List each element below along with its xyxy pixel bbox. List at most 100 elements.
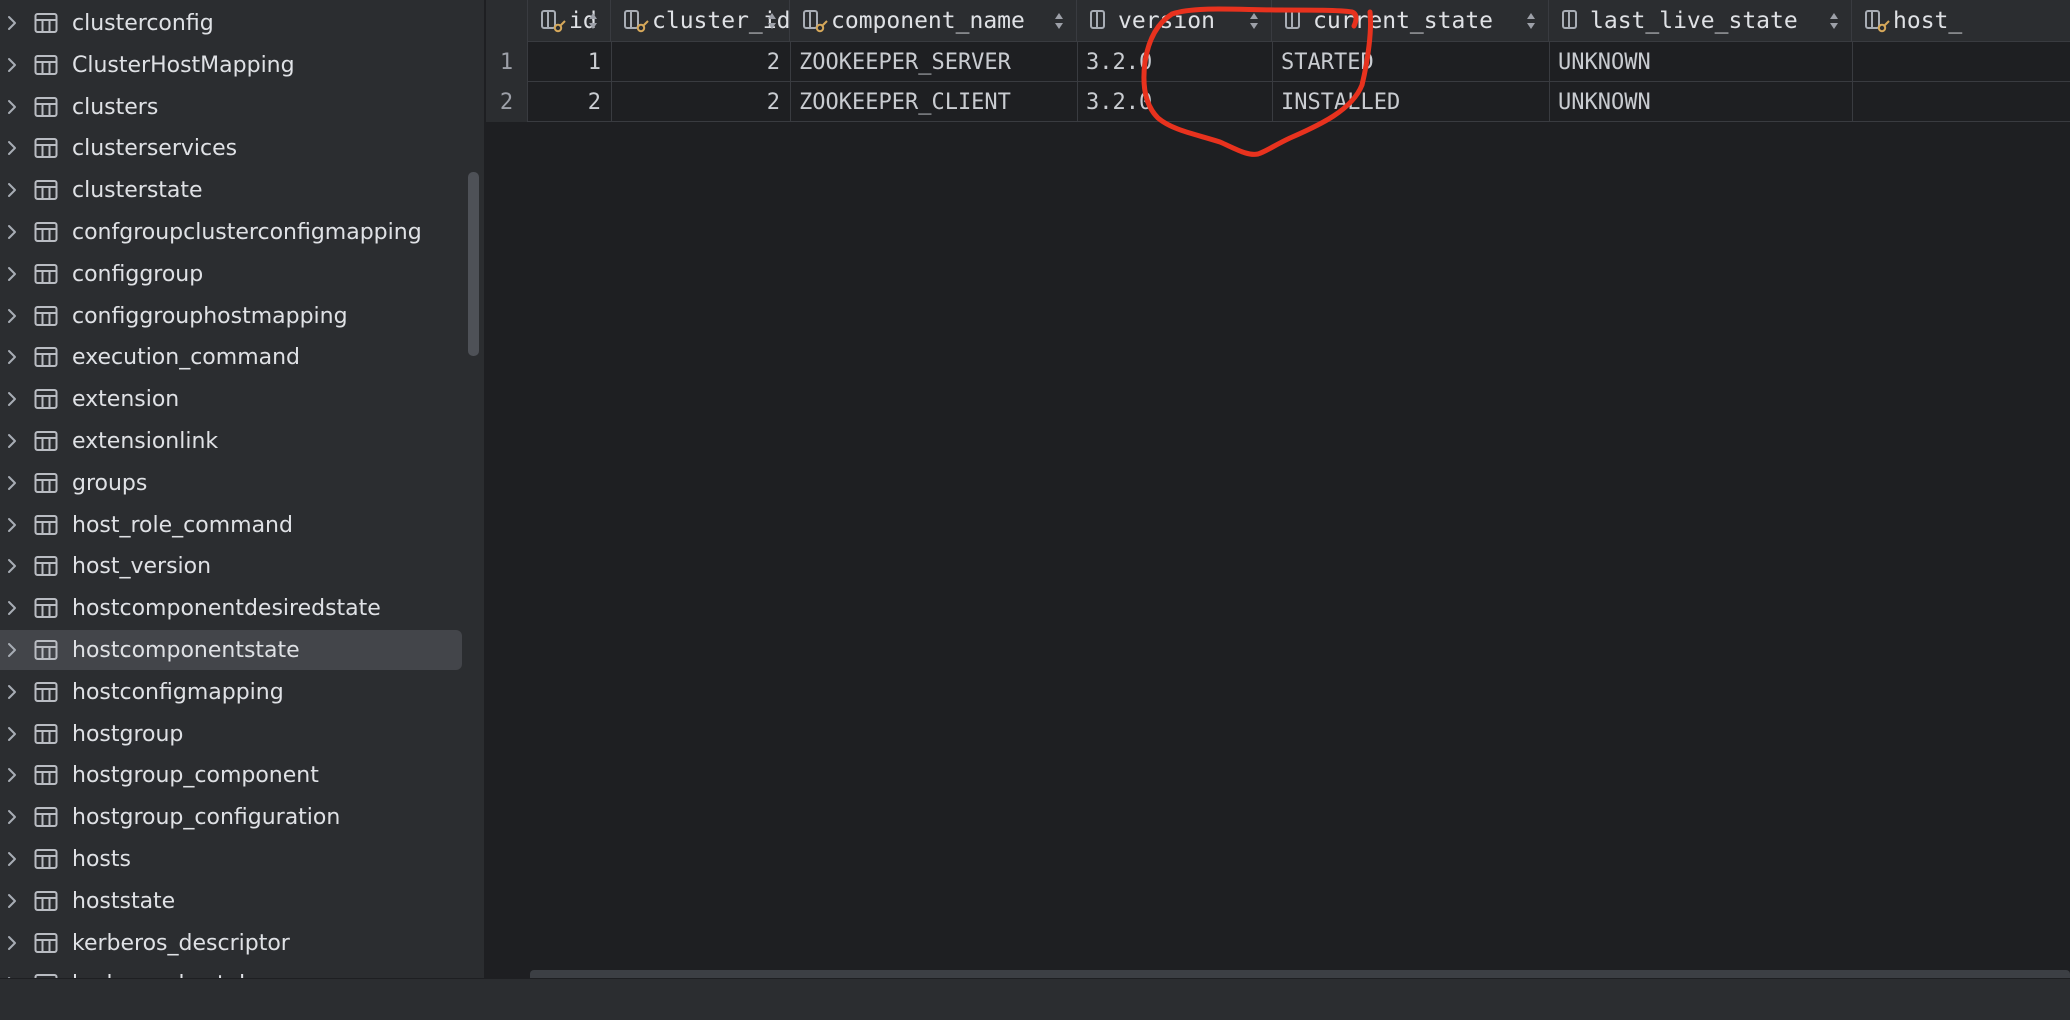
sidebar-item[interactable]: hostconfigmapping — [0, 672, 462, 712]
key-column-icon — [1863, 8, 1891, 34]
key-column-icon — [801, 8, 829, 34]
sidebar-item-label: hostgroup — [72, 721, 184, 747]
sort-icon[interactable] — [1526, 12, 1536, 30]
column-header-last-live-state[interactable]: last_live_state — [1550, 0, 1852, 42]
cell-component-name[interactable]: ZOOKEEPER_SERVER — [791, 42, 1078, 82]
sidebar-item[interactable]: clusterstate — [0, 170, 462, 210]
sort-icon[interactable] — [1054, 12, 1064, 30]
sort-icon[interactable] — [1829, 12, 1839, 30]
column-header-label: last_live_state — [1590, 8, 1798, 34]
table-icon — [34, 848, 60, 870]
column-header-label: component_name — [831, 8, 1025, 34]
cell-cluster-id[interactable]: 2 — [612, 42, 791, 82]
column-header-host[interactable]: host_ — [1853, 0, 2070, 42]
sidebar-item[interactable]: hostgroup — [0, 714, 462, 754]
cell-host[interactable] — [1853, 82, 2070, 122]
sidebar-item-label: ClusterHostMapping — [72, 52, 295, 78]
sidebar-item[interactable]: hostcomponentdesiredstate — [0, 588, 462, 628]
sidebar-item[interactable]: confgroupclusterconfigmapping — [0, 212, 462, 252]
result-grid: id cluster_id component_name version cur… — [486, 0, 2070, 978]
sidebar-item[interactable]: ClusterHostMapping — [0, 45, 462, 85]
database-tree-sidebar: clusterconfig ClusterHostMapping clusters c… — [0, 0, 484, 978]
sidebar-item-label: configgroup — [72, 261, 204, 287]
sidebar-item[interactable]: clusters — [0, 87, 462, 127]
column-header-component-name[interactable]: component_name — [791, 0, 1077, 42]
sidebar-item[interactable]: clusterservices — [0, 128, 462, 168]
chevron-right-icon[interactable] — [2, 642, 22, 658]
chevron-right-icon[interactable] — [2, 349, 22, 365]
sidebar-item-label: execution_command — [72, 344, 301, 370]
chevron-right-icon[interactable] — [2, 57, 22, 73]
column-header-cluster-id[interactable]: cluster_id — [612, 0, 790, 42]
chevron-right-icon[interactable] — [2, 224, 22, 240]
sidebar-item[interactable]: extension — [0, 379, 462, 419]
sidebar-item[interactable]: groups — [0, 463, 462, 503]
chevron-right-icon[interactable] — [2, 600, 22, 616]
sidebar-item[interactable]: extensionlink — [0, 421, 462, 461]
cell-last-live-state[interactable]: UNKNOWN — [1550, 42, 1853, 82]
table-icon — [34, 514, 60, 536]
sidebar-item[interactable]: clusterconfig — [0, 3, 462, 43]
cell-last-live-state[interactable]: UNKNOWN — [1550, 82, 1853, 122]
chevron-right-icon[interactable] — [2, 726, 22, 742]
chevron-right-icon[interactable] — [2, 935, 22, 951]
chevron-right-icon[interactable] — [2, 15, 22, 31]
column-header-current-state[interactable]: current_state — [1273, 0, 1549, 42]
sidebar-item[interactable]: kerberos_keytab — [0, 964, 462, 978]
chevron-right-icon[interactable] — [2, 517, 22, 533]
chevron-right-icon[interactable] — [2, 809, 22, 825]
sidebar-item[interactable]: hostgroup_configuration — [0, 797, 462, 837]
cell-host[interactable] — [1853, 42, 2070, 82]
sidebar-item[interactable]: hostgroup_component — [0, 755, 462, 795]
chevron-right-icon[interactable] — [2, 308, 22, 324]
chevron-right-icon[interactable] — [2, 893, 22, 909]
sidebar-item-label: extension — [72, 386, 180, 412]
column-header-label: host_ — [1893, 8, 1963, 34]
chevron-right-icon[interactable] — [2, 475, 22, 491]
chevron-right-icon[interactable] — [2, 266, 22, 282]
sort-icon[interactable] — [588, 12, 598, 30]
table-row[interactable]: 1 1 2 ZOOKEEPER_SERVER 3.2.0 STARTED UNK… — [486, 42, 2070, 82]
sidebar-item-label: hoststate — [72, 888, 176, 914]
database-ide-window: clusterconfig ClusterHostMapping clusters c… — [0, 0, 2070, 1020]
sidebar-item[interactable]: hostcomponentstate — [0, 630, 462, 670]
sidebar-item[interactable]: host_version — [0, 546, 462, 586]
sidebar-scrollbar[interactable] — [468, 172, 479, 356]
sidebar-item[interactable]: execution_command — [0, 337, 462, 377]
cell-version[interactable]: 3.2.0 — [1078, 82, 1273, 122]
sidebar-item-label: host_role_command — [72, 512, 293, 538]
chevron-right-icon[interactable] — [2, 558, 22, 574]
chevron-right-icon[interactable] — [2, 851, 22, 867]
cell-component-name[interactable]: ZOOKEEPER_CLIENT — [791, 82, 1078, 122]
sidebar-item-label: clusterstate — [72, 177, 203, 203]
chevron-right-icon[interactable] — [2, 99, 22, 115]
table-icon — [34, 681, 60, 703]
sidebar-item[interactable]: kerberos_descriptor — [0, 923, 462, 963]
cell-id[interactable]: 1 — [529, 42, 612, 82]
sidebar-item[interactable]: hoststate — [0, 881, 462, 921]
grid-horizontal-scrollbar[interactable] — [530, 970, 2070, 978]
table-icon — [34, 555, 60, 577]
column-header-id[interactable]: id — [529, 0, 611, 42]
chevron-right-icon[interactable] — [2, 684, 22, 700]
table-row[interactable]: 2 2 2 ZOOKEEPER_CLIENT 3.2.0 INSTALLED U… — [486, 82, 2070, 122]
sidebar-item[interactable]: hosts — [0, 839, 462, 879]
sidebar-item-label: clusters — [72, 94, 159, 120]
cell-cluster-id[interactable]: 2 — [612, 82, 791, 122]
sidebar-item[interactable]: host_role_command — [0, 505, 462, 545]
cell-current-state[interactable]: INSTALLED — [1273, 82, 1550, 122]
sidebar-item[interactable]: configgrouphostmapping — [0, 296, 462, 336]
sort-icon[interactable] — [1249, 12, 1259, 30]
chevron-right-icon[interactable] — [2, 140, 22, 156]
sort-icon[interactable] — [767, 12, 777, 30]
cell-version[interactable]: 3.2.0 — [1078, 42, 1273, 82]
cell-id[interactable]: 2 — [529, 82, 612, 122]
cell-current-state[interactable]: STARTED — [1273, 42, 1550, 82]
table-icon — [34, 430, 60, 452]
column-header-version[interactable]: version — [1078, 0, 1272, 42]
chevron-right-icon[interactable] — [2, 182, 22, 198]
sidebar-item[interactable]: configgroup — [0, 254, 462, 294]
chevron-right-icon[interactable] — [2, 433, 22, 449]
chevron-right-icon[interactable] — [2, 767, 22, 783]
chevron-right-icon[interactable] — [2, 391, 22, 407]
